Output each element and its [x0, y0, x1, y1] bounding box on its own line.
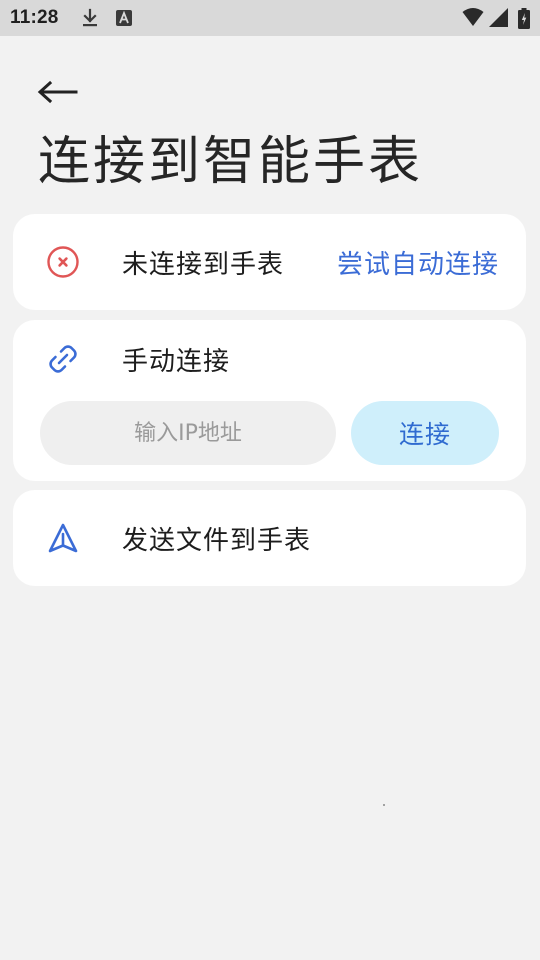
page-title: 连接到智能手表 [38, 132, 424, 192]
back-button[interactable] [36, 74, 84, 110]
download-icon [83, 8, 97, 27]
stray-dot [383, 804, 385, 806]
manual-connect-label: 手动连接 [122, 347, 231, 377]
auto-connect-button[interactable]: 尝试自动连接 [337, 244, 499, 281]
arrow-left-icon [37, 80, 78, 104]
battery-icon [518, 8, 530, 29]
status-bar: 11:28 [0, 0, 540, 36]
error-circle-icon [47, 246, 79, 278]
send-file-label: 发送文件到手表 [122, 526, 312, 556]
ip-address-input[interactable] [40, 401, 336, 465]
a-icon [116, 10, 132, 26]
wifi-icon [462, 8, 484, 26]
manual-connect-card: 手动连接 连接 [13, 320, 526, 481]
status-time: 11:28 [10, 7, 59, 28]
connect-button[interactable]: 连接 [351, 401, 499, 465]
send-icon [48, 523, 78, 553]
connection-status-label: 未连接到手表 [122, 250, 285, 280]
link-icon [49, 345, 77, 373]
send-file-card[interactable]: 发送文件到手表 [13, 490, 526, 586]
connection-status-card: 未连接到手表 尝试自动连接 [13, 214, 526, 310]
signal-icon [489, 8, 508, 27]
